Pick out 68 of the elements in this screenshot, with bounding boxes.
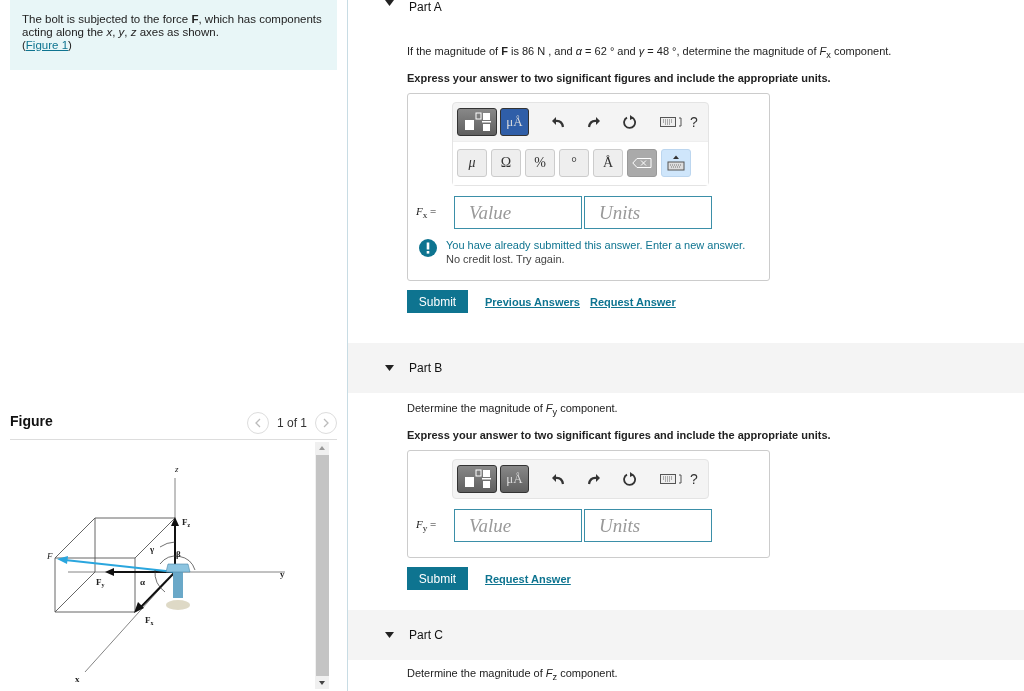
- collapse-caret-icon[interactable]: [385, 365, 394, 372]
- chevron-right-icon: [322, 418, 330, 428]
- template-button[interactable]: [457, 465, 497, 494]
- part-header[interactable]: Part B: [348, 343, 1024, 394]
- template-button[interactable]: [457, 108, 497, 137]
- diagram-label: z: [175, 464, 179, 474]
- figure-title: Figure: [10, 413, 53, 429]
- answer-link[interactable]: Request Answer: [589, 295, 676, 308]
- feedback-message: You have already submitted this answer. Enter a new answer.: [446, 239, 746, 252]
- diagram-label: F$_{z}$: [182, 517, 191, 528]
- instruction-text: Express your answer to two significant figures and include the appropriate units.: [407, 429, 832, 442]
- part-title: Part B: [409, 361, 443, 376]
- diagram-label: α: [140, 577, 146, 587]
- question-text: Determine the magnitude of F$_{y}$ component.: [407, 401, 619, 420]
- symbol-key[interactable]: Å: [593, 149, 623, 178]
- collapse-caret-icon[interactable]: [385, 632, 394, 639]
- feedback-note: No credit lost. Try again.: [446, 253, 566, 266]
- units-field[interactable]: Units: [584, 509, 712, 543]
- page-counter: 1 of 1: [276, 416, 307, 430]
- backspace-icon: [632, 158, 652, 169]
- symbol-key[interactable]: %: [525, 149, 555, 178]
- value-field[interactable]: Value: [454, 509, 582, 543]
- warning-icon: [419, 239, 437, 258]
- part-header[interactable]: Part C: [348, 610, 1024, 661]
- part-title: Part C: [409, 628, 443, 643]
- keyboard-icon[interactable]: [660, 117, 682, 128]
- answer-link[interactable]: Request Answer: [485, 572, 571, 585]
- question-text: If the magnitude of F is 86 N , and α = 62 ° and γ = 48 °, determine the magnitude of F$_{x}$ component.: [407, 44, 893, 63]
- collapse-caret-icon[interactable]: [385, 0, 394, 6]
- diagram-label: γ: [150, 544, 155, 554]
- submit-button[interactable]: Submit: [407, 567, 468, 591]
- submit-button[interactable]: Submit: [407, 290, 468, 314]
- symbol-key[interactable]: °: [559, 149, 589, 178]
- answer-label: F$_{y}$ =: [416, 518, 438, 534]
- question-text: Determine the magnitude of F$_{z}$ component.: [407, 666, 619, 685]
- keyboard-toggle-key[interactable]: [661, 149, 691, 178]
- instruction-text: Express your answer to two significant figures and include the appropriate units.: [407, 72, 832, 85]
- symbol-key[interactable]: μ: [457, 149, 487, 178]
- part-title: Part A: [409, 0, 442, 14]
- diagram-label: F: [47, 551, 53, 561]
- diagram-label: F$_{y}$: [96, 577, 105, 588]
- undo-icon[interactable]: [551, 473, 565, 486]
- help-button[interactable]: ?: [690, 471, 698, 488]
- undo-icon[interactable]: [551, 116, 565, 129]
- redo-icon[interactable]: [587, 473, 601, 486]
- reset-icon[interactable]: [623, 472, 637, 487]
- diagram-label: x: [75, 674, 80, 684]
- answer-link[interactable]: Previous Answers: [485, 295, 580, 308]
- diagram-label: β: [176, 549, 181, 559]
- keyboard-icon: [666, 155, 686, 172]
- diagram-label: y: [280, 569, 285, 579]
- problem-text: The bolt is subjected to the force F, which has components acting along the x, y, z axes as shown.: [22, 13, 323, 39]
- scrollbar[interactable]: [315, 442, 329, 689]
- value-field[interactable]: Value: [454, 196, 582, 230]
- symbol-key[interactable]: Ω: [491, 149, 521, 178]
- units-button[interactable]: μÅ: [500, 465, 529, 494]
- units-button[interactable]: μÅ: [500, 108, 529, 137]
- redo-icon[interactable]: [587, 116, 601, 129]
- keyboard-icon[interactable]: [660, 474, 682, 485]
- backspace-key[interactable]: [627, 149, 657, 178]
- figure-reference: (Figure 1): [22, 39, 73, 52]
- units-field[interactable]: Units: [584, 196, 712, 230]
- answer-label: F$_{x}$ =: [416, 205, 438, 221]
- reset-icon[interactable]: [623, 115, 637, 130]
- diagram-label: F$_{x}$: [145, 615, 154, 626]
- scroll-down-icon[interactable]: [318, 680, 326, 686]
- help-button[interactable]: ?: [690, 114, 698, 131]
- chevron-left-icon: [253, 418, 262, 428]
